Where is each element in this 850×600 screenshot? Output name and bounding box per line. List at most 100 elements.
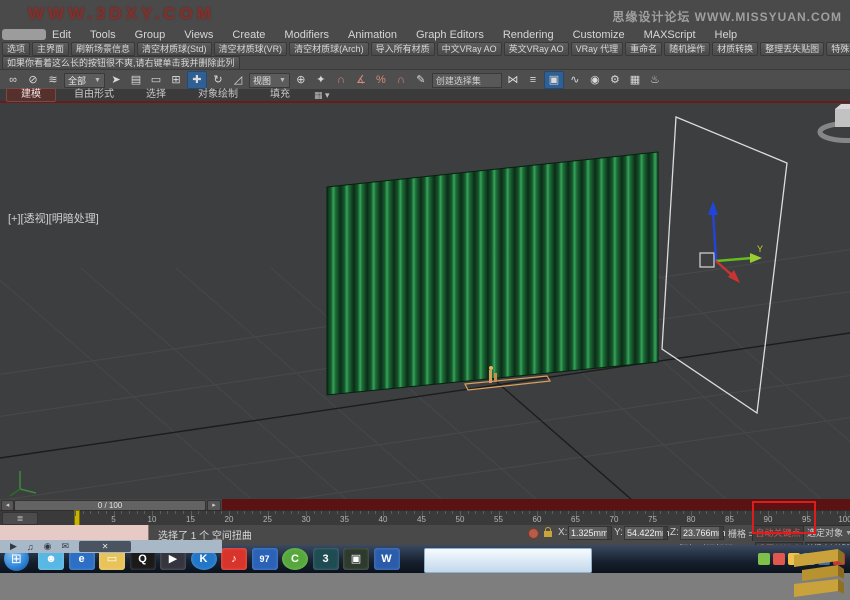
spinner-snap-icon[interactable]: ∩ (392, 72, 410, 88)
menu-rendering[interactable]: Rendering (503, 29, 554, 41)
script-button-1[interactable]: 主界面 (32, 42, 69, 56)
tray-icon-1[interactable] (773, 553, 785, 565)
menu-create[interactable]: Create (232, 29, 265, 41)
ruler-tick (437, 511, 438, 514)
select-scale-icon[interactable]: ◿ (229, 72, 247, 88)
named-selection-set-input[interactable]: 创建选择集 (432, 73, 502, 88)
script-long-button[interactable]: 如果你看着这么长的按钮很不爽,请右键单击我并删除此列 (2, 56, 240, 70)
record-icon[interactable]: ◉ (44, 541, 52, 552)
script-button-5[interactable]: 清空材质球(Arch) (289, 42, 369, 56)
mini-curve-editor-button[interactable]: ≣ (2, 512, 38, 525)
script-button-8[interactable]: 英文VRay AO (504, 42, 569, 56)
bind-to-spacewarp-icon[interactable]: ≋ (44, 72, 62, 88)
viewport-canvas[interactable]: Y (0, 103, 850, 499)
render-production-icon[interactable]: ♨ (646, 72, 664, 88)
chevron-down-icon: ▼ (845, 526, 850, 541)
ribbon-tab-选择[interactable]: 选择 (132, 89, 180, 101)
ribbon-tab-自由形式[interactable]: 自由形式 (60, 89, 128, 101)
y-coordinate-field[interactable]: 54.422mm (624, 526, 668, 540)
selection-filter-dropdown[interactable]: 全部▼ (64, 73, 105, 88)
script-button-7[interactable]: 中文VRay AO (437, 42, 502, 56)
selection-lock-icon[interactable] (544, 531, 552, 537)
ruler-tick (244, 511, 245, 514)
music-icon[interactable]: ♫ (27, 542, 34, 552)
menu-graph-editors[interactable]: Graph Editors (416, 29, 484, 41)
rectangular-region-icon[interactable]: ▭ (147, 72, 165, 88)
menu-help[interactable]: Help (715, 29, 738, 41)
recorder-icon[interactable]: ▣ (343, 548, 369, 570)
music-app-icon[interactable]: ♪ (221, 548, 247, 570)
x-coordinate-field[interactable]: 1.325mm (568, 526, 612, 540)
angle-snap-icon[interactable]: ∡ (352, 72, 370, 88)
use-pivot-center-icon[interactable]: ⊕ (292, 72, 310, 88)
floating-mini-toolbar[interactable]: ▶ ♫ ◉ ✉ ✕ (0, 540, 222, 553)
ruler-tick (514, 511, 515, 514)
tray-icon-0[interactable] (758, 553, 770, 565)
ribbon-tab-对象绘制[interactable]: 对象绘制 (184, 89, 252, 101)
maxscript-mini-listener[interactable] (0, 525, 149, 541)
script-button-4[interactable]: 清空材质球(VR) (214, 42, 288, 56)
script-button-9[interactable]: VRay 代理 (571, 42, 624, 56)
select-rotate-icon[interactable]: ↻ (209, 72, 227, 88)
unlink-selection-icon[interactable]: ⊘ (24, 72, 42, 88)
viewport-label[interactable]: [+][透视][明暗处理] (8, 210, 99, 226)
plane-object[interactable] (662, 117, 787, 413)
script-button-10[interactable]: 重命名 (625, 42, 662, 56)
script-button-0[interactable]: 选项 (2, 42, 30, 56)
minibar-close-button[interactable]: ✕ (79, 541, 131, 552)
script-button-6[interactable]: 导入所有材质 (371, 42, 435, 56)
menu-customize[interactable]: Customize (573, 29, 625, 41)
script-button-11[interactable]: 随机操作 (664, 42, 710, 56)
mail-icon[interactable]: ✉ (62, 541, 70, 552)
script-button-12[interactable]: 材质转换 (712, 42, 758, 56)
reference-coordinate-dropdown[interactable]: 视图▼ (249, 73, 290, 88)
ruler-tick (645, 511, 646, 514)
select-move-icon[interactable]: ✚ (187, 71, 207, 89)
rendered-frame-icon[interactable]: ▦ (626, 72, 644, 88)
mirror-icon[interactable]: ⋈ (504, 72, 522, 88)
watermark-left: WWW.3DXY.COM (28, 4, 215, 24)
snap-toggle-icon[interactable]: ∩ (332, 72, 350, 88)
ruler-tick (722, 511, 723, 514)
ribbon-tab-建模[interactable]: 建模 (6, 88, 56, 102)
select-by-name-icon[interactable]: ▤ (127, 72, 145, 88)
browser-icon[interactable]: C (282, 548, 308, 570)
menu-views[interactable]: Views (184, 29, 213, 41)
active-taskbar-window[interactable] (424, 548, 592, 573)
ribbon-more-icon[interactable]: ▦ ▾ (314, 90, 330, 101)
menu-group[interactable]: Group (135, 29, 166, 41)
window-crossing-icon[interactable]: ⊞ (167, 72, 185, 88)
render-setup-icon[interactable]: ⚙ (606, 72, 624, 88)
script-button-3[interactable]: 清空材质球(Std) (137, 42, 212, 56)
menu-edit[interactable]: Edit (52, 29, 71, 41)
ruler-label-5: 5 (111, 515, 115, 524)
select-and-link-icon[interactable]: ∞ (4, 72, 22, 88)
script-button-14[interactable]: 特殊功能 (826, 42, 850, 56)
material-editor-icon[interactable]: ◉ (586, 72, 604, 88)
play-icon[interactable]: ▶ (10, 541, 17, 552)
script-button-2[interactable]: 刷新场景信息 (71, 42, 135, 56)
z-coordinate-field[interactable]: 23.766mm (680, 526, 724, 540)
viewcube[interactable] (820, 104, 850, 141)
align-icon[interactable]: ≡ (524, 72, 542, 88)
layer-manager-icon[interactable]: ▣ (544, 71, 564, 89)
menu-tools[interactable]: Tools (90, 29, 116, 41)
3dsmax-icon[interactable]: 3 (313, 548, 339, 570)
menu-maxscript[interactable]: MAXScript (644, 29, 696, 41)
perspective-viewport[interactable]: Y [+][透视][明暗处理] (0, 103, 850, 499)
script-button-13[interactable]: 整理丢失贴图 (760, 42, 824, 56)
select-object-icon[interactable]: ➤ (107, 72, 125, 88)
menu-animation[interactable]: Animation (348, 29, 397, 41)
application-button[interactable] (2, 29, 46, 40)
isolate-selection-icon[interactable] (528, 528, 539, 539)
graph-editor-icon[interactable]: ∿ (566, 72, 584, 88)
edit-named-sets-icon[interactable]: ✎ (412, 72, 430, 88)
select-manipulate-icon[interactable]: ✦ (312, 72, 330, 88)
word-icon[interactable]: W (374, 548, 400, 570)
ribbon-tab-填充[interactable]: 填充 (256, 89, 304, 101)
wave-wall-object[interactable] (327, 152, 658, 395)
percent-snap-icon[interactable]: % (372, 72, 390, 88)
ruler-tick (398, 511, 399, 514)
app-97-icon[interactable]: 97 (252, 548, 278, 570)
menu-modifiers[interactable]: Modifiers (284, 29, 329, 41)
